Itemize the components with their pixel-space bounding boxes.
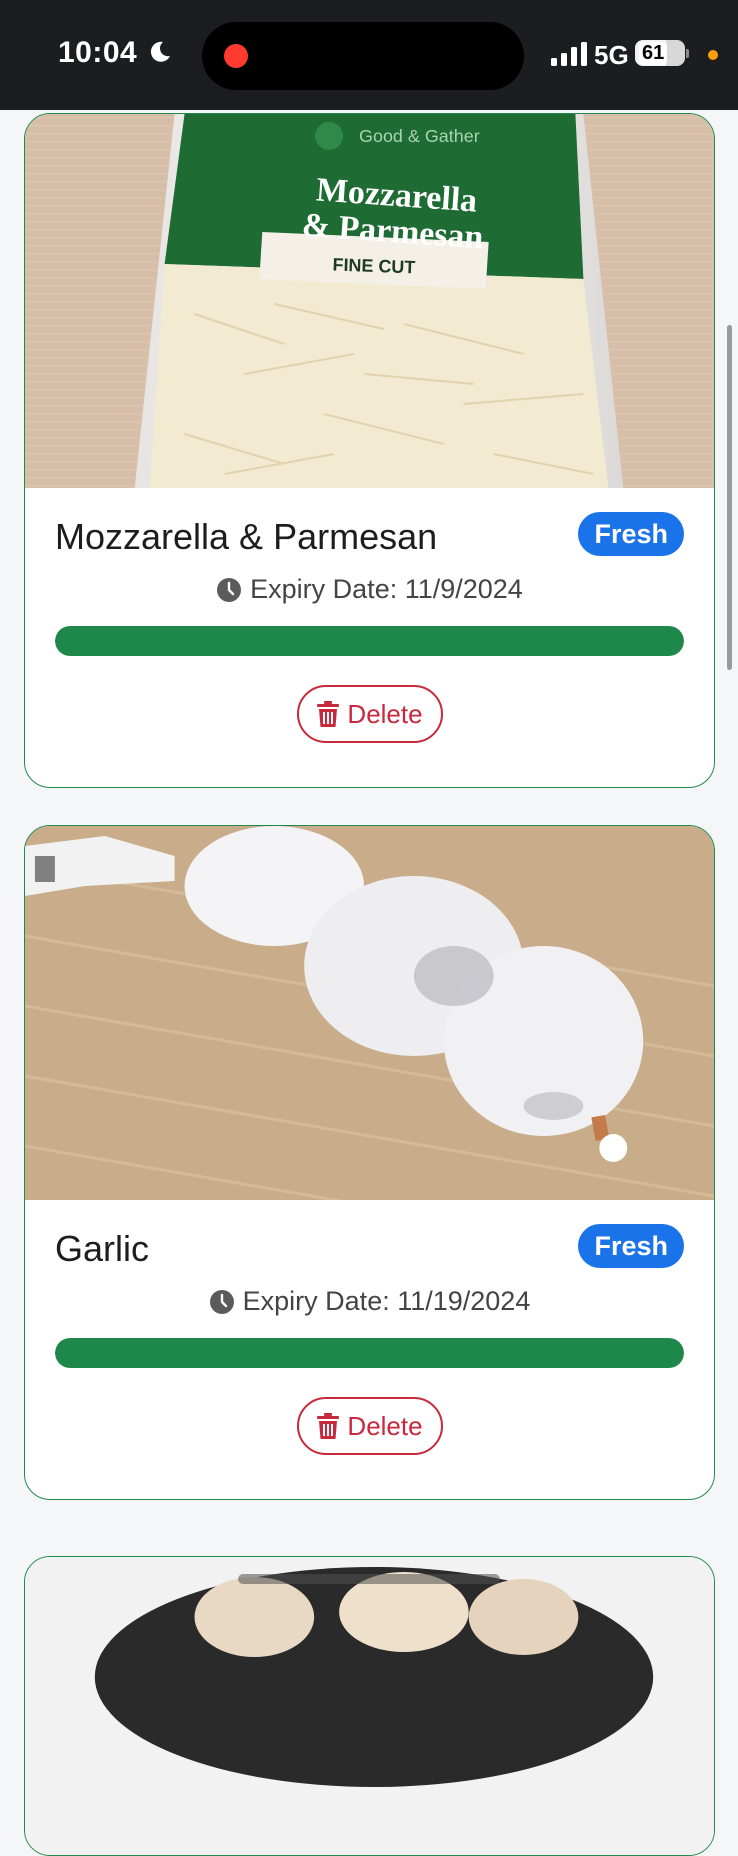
expiry-date: Expiry Date: 11/9/2024 (25, 574, 714, 605)
food-item-card: FINE CUT Mozzarella & Parmesan Good & Ga… (24, 113, 715, 788)
expiry-date-text: Expiry Date: 11/19/2024 (242, 1286, 531, 1316)
battery-percent: 61 (639, 41, 668, 65)
photo-brand-text: Good & Gather (359, 126, 480, 146)
battery-icon: 61 (635, 40, 685, 66)
cellular-signal-icon (551, 42, 587, 66)
dynamic-island (202, 22, 524, 90)
expiry-date-text: Expiry Date: 11/9/2024 (250, 574, 523, 604)
delete-label: Delete (347, 1410, 423, 1441)
status-time: 10:04 (58, 36, 138, 69)
photo-variant-text: FINE CUT (332, 255, 415, 278)
scrollbar[interactable] (727, 325, 732, 670)
privacy-indicator-icon (708, 50, 718, 60)
delete-label: Delete (347, 698, 423, 729)
recording-indicator-icon (224, 44, 248, 68)
expiry-date: Expiry Date: 11/19/2024 (25, 1286, 714, 1317)
home-indicator[interactable] (238, 1574, 500, 1584)
item-photo-partial (25, 1557, 714, 1855)
food-item-card: Garlic Fresh Expiry Date: 11/19/2024 Del… (24, 825, 715, 1500)
network-type: 5G (594, 40, 629, 70)
clock-icon (209, 1289, 234, 1314)
food-item-card (24, 1556, 715, 1856)
freshness-progress-bar (55, 626, 684, 656)
delete-button[interactable]: Delete (297, 685, 443, 743)
freshness-progress-bar (55, 1338, 684, 1368)
trash-icon (317, 1413, 340, 1439)
trash-icon (317, 701, 340, 727)
item-name: Mozzarella & Parmesan (55, 516, 438, 557)
item-photo-cheese: FINE CUT Mozzarella & Parmesan Good & Ga… (25, 114, 714, 488)
delete-button[interactable]: Delete (297, 1397, 443, 1455)
clock-icon (217, 577, 242, 602)
battery-tip (686, 49, 689, 58)
item-photo-garlic (25, 826, 714, 1200)
item-name: Garlic (55, 1228, 150, 1269)
moon-icon (150, 41, 170, 62)
status-badge: Fresh (578, 512, 684, 556)
status-bar: 10:04 5G 61 (0, 0, 738, 110)
status-badge: Fresh (578, 1224, 684, 1268)
freshness-progress-fill (55, 626, 684, 656)
freshness-progress-fill (55, 1338, 684, 1368)
